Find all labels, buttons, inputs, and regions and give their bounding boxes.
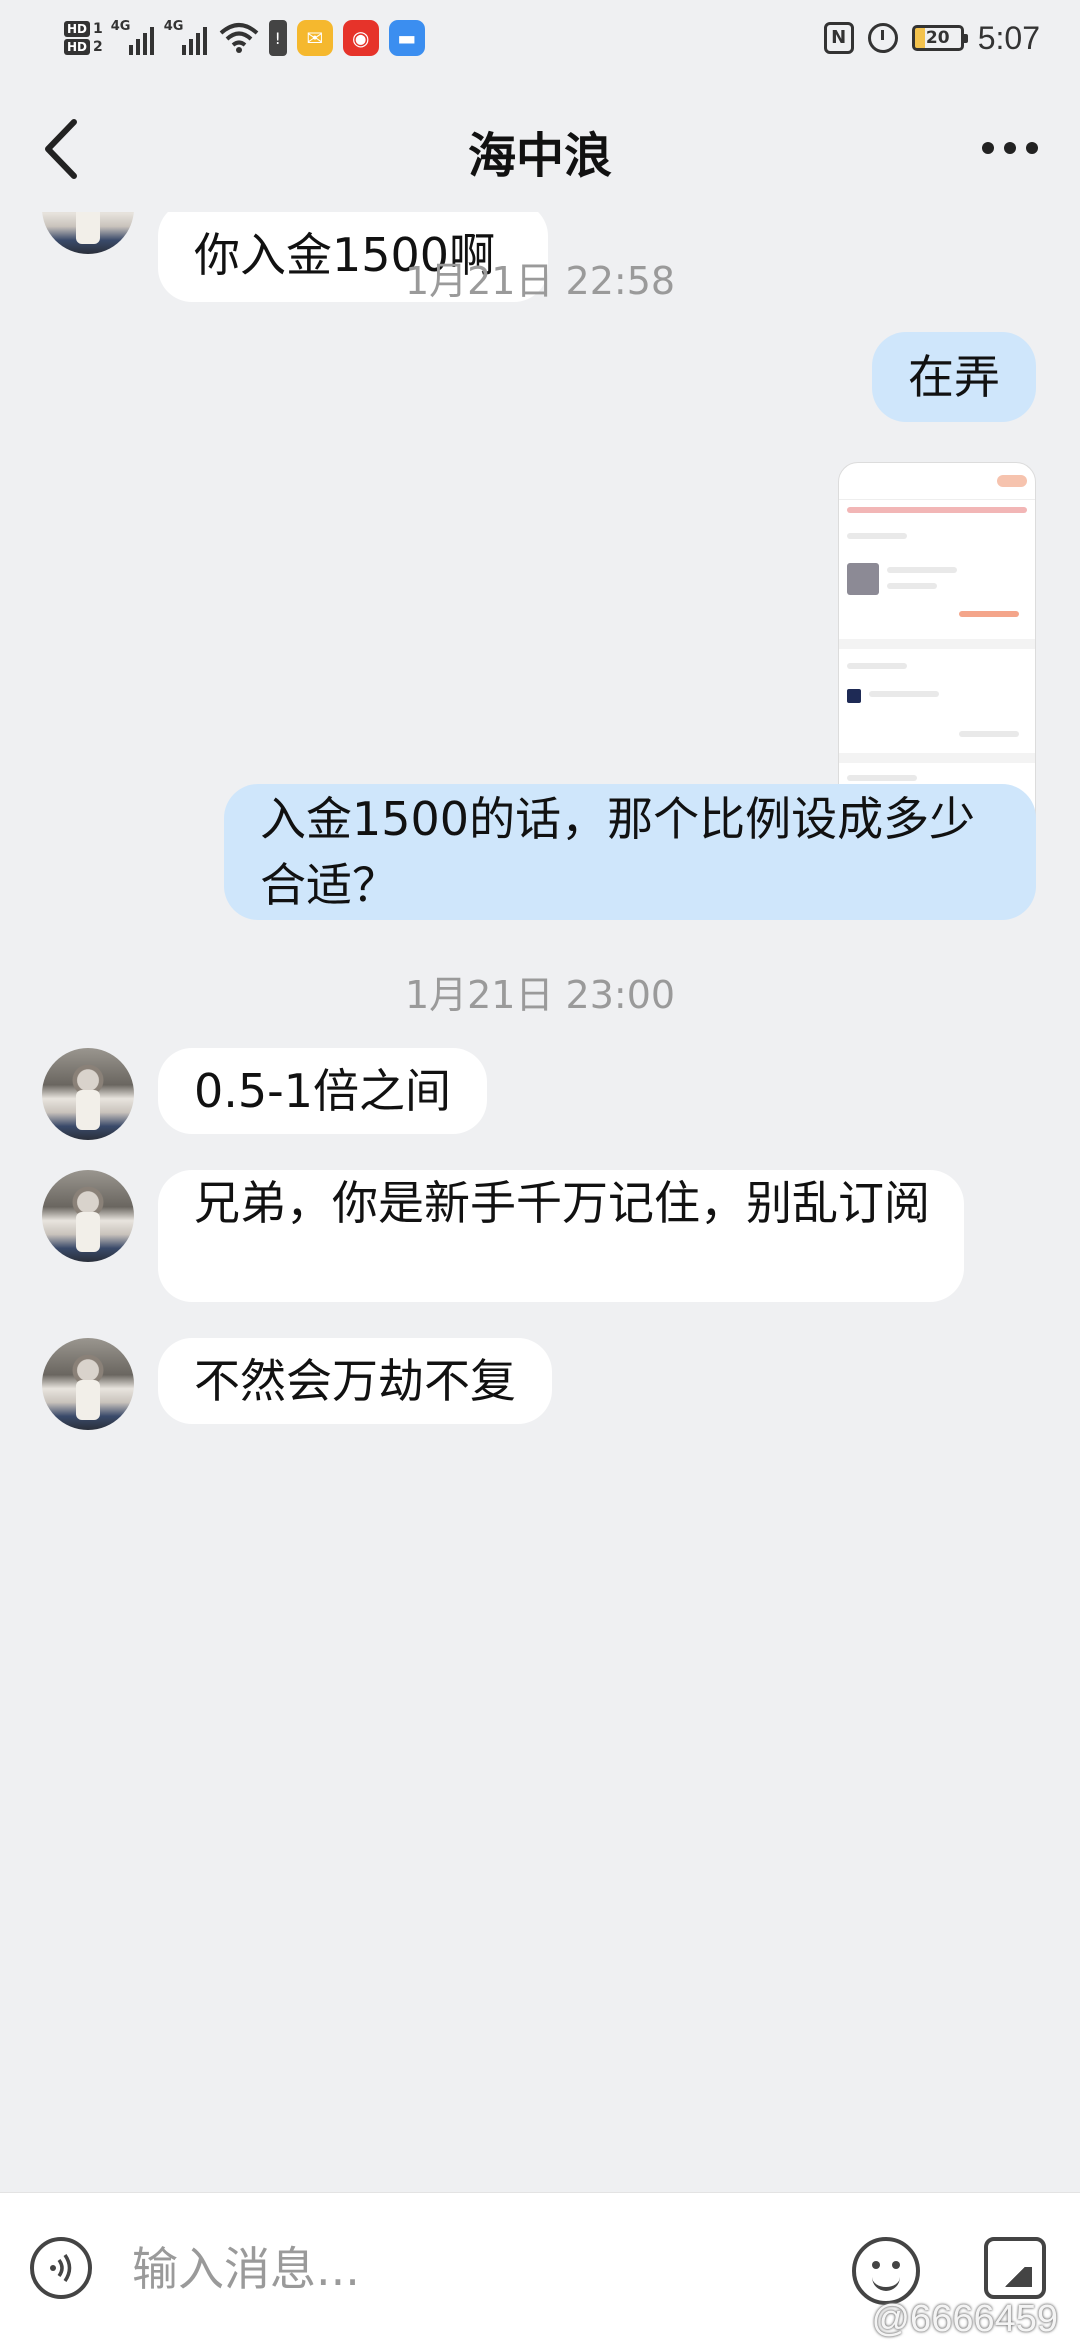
voice-input-button[interactable] — [30, 2237, 92, 2299]
hd-indicator: HD 1 HD 2 — [64, 21, 103, 55]
weibo-app-icon: ◉ — [342, 20, 379, 56]
message-bubble[interactable]: 不然会万劫不复 — [158, 1338, 552, 1424]
avatar[interactable] — [42, 212, 134, 254]
message-list[interactable]: 你入金1500啊 1月21日 22:58 在弄 入金1500的话，那个比例设成多… — [0, 212, 1080, 2192]
timestamp: 1月21日 23:00 — [404, 973, 676, 1017]
status-bar: HD 1 HD 2 4G 4G ! ✉ ◉ ▬ N 20 5:07 — [0, 0, 1080, 76]
net1-label: 4G — [110, 19, 131, 34]
mail-app-icon: ✉ — [296, 20, 333, 56]
voice-icon — [50, 2254, 72, 2282]
message-app-icon: ▬ — [388, 20, 425, 56]
message-bubble[interactable]: 入金1500的话，那个比例设成多少合适？ — [224, 784, 1036, 920]
wifi-icon — [219, 23, 259, 53]
hd1-label: HD — [64, 21, 91, 37]
net2-label: 4G — [163, 19, 184, 34]
nfc-icon: N — [823, 22, 854, 54]
watermark: @6666459 — [871, 2298, 1058, 2340]
status-time: 5:07 — [977, 19, 1040, 56]
avatar[interactable] — [42, 1048, 134, 1140]
message-input[interactable] — [130, 2233, 834, 2305]
hd2-label: HD — [64, 39, 91, 55]
timestamp: 1月21日 22:58 — [404, 259, 676, 303]
hd1-num: 1 — [93, 21, 103, 37]
page-title: 海中浪 — [467, 128, 612, 184]
chat-header: 海中浪 — [0, 90, 1080, 210]
alarm-icon — [867, 23, 898, 53]
battery-icon: 20 — [911, 25, 968, 51]
more-options-button[interactable] — [970, 128, 1050, 168]
avatar[interactable] — [42, 1338, 134, 1430]
avatar[interactable] — [42, 1170, 134, 1262]
image-picker-button[interactable] — [984, 2237, 1046, 2299]
message-bubble[interactable]: 0.5-1倍之间 — [158, 1048, 488, 1134]
emoji-button[interactable] — [852, 2237, 920, 2305]
signal-icon-2: 4G — [163, 19, 207, 55]
alert-icon: ! — [268, 20, 287, 56]
message-bubble[interactable]: 兄弟，你是新手千万记住，别乱订阅 — [158, 1170, 964, 1302]
signal-icon: 4G — [110, 19, 154, 55]
hd2-num: 2 — [93, 39, 103, 55]
message-bubble[interactable]: 在弄 — [872, 332, 1036, 422]
